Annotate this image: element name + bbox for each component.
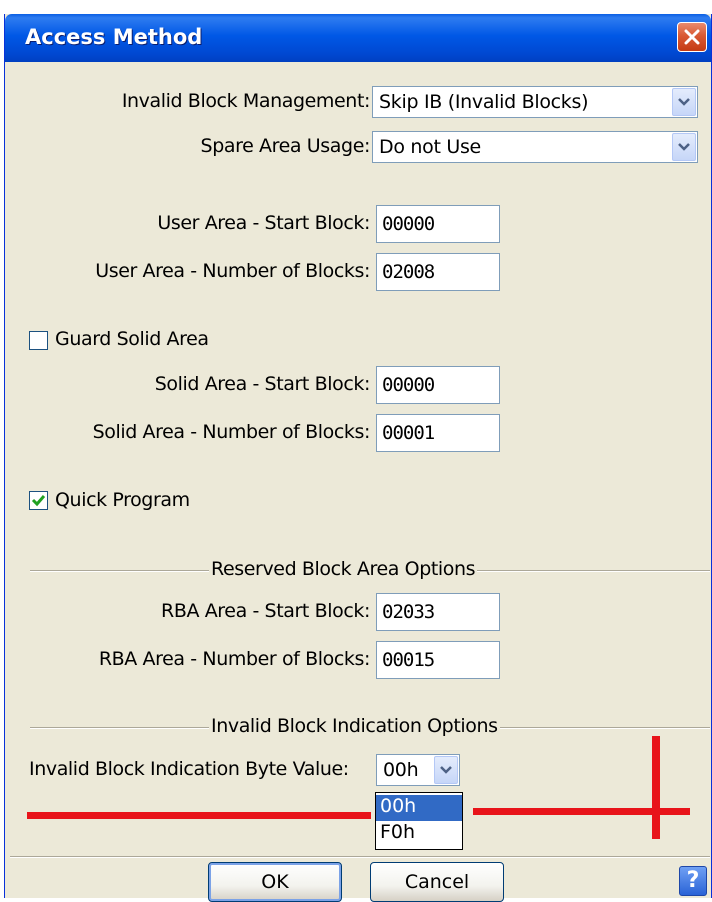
rba-area-start-label: RBA Area - Start Block: — [161, 600, 370, 622]
red-annotation-line-left — [27, 812, 371, 819]
rba-area-count-label: RBA Area - Number of Blocks: — [98, 648, 371, 670]
rba-area-count-value: 00015 — [382, 649, 435, 671]
user-area-start-input[interactable]: 00000 — [376, 205, 500, 243]
rba-area-start-input[interactable]: 02033 — [376, 593, 500, 631]
title-bar[interactable]: Access Method — [5, 14, 711, 62]
invalid-block-byte-value: 00h — [383, 759, 419, 781]
solid-area-start-label: Solid Area - Start Block: — [154, 373, 371, 395]
chevron-down-icon[interactable] — [672, 133, 696, 161]
user-area-start-value: 00000 — [382, 213, 435, 235]
solid-area-start-value: 00000 — [382, 374, 435, 396]
quick-program-label[interactable]: Quick Program — [55, 489, 190, 511]
dropdown-option[interactable]: 00h — [376, 795, 462, 821]
invalid-block-indication-title: Invalid Block Indication Options — [209, 715, 500, 737]
solid-area-start-input[interactable]: 00000 — [376, 366, 500, 404]
checkmark-icon — [31, 495, 46, 507]
byte-value-dropdown-list[interactable]: 00h F0h — [375, 792, 463, 850]
solid-area-count-value: 00001 — [382, 422, 435, 444]
help-icon: ? — [686, 868, 700, 893]
help-button[interactable]: ? — [679, 866, 707, 896]
invalid-block-management-select[interactable]: Skip IB (Invalid Blocks) — [372, 86, 698, 118]
rba-area-start-value: 02033 — [382, 601, 435, 623]
bottom-separator — [10, 856, 710, 858]
red-annotation-vertical — [652, 736, 660, 839]
user-area-count-value: 02008 — [382, 261, 435, 283]
dialog-title: Access Method — [25, 25, 203, 49]
access-method-dialog: Access Method Invalid Block Management: … — [4, 14, 712, 902]
ok-button[interactable]: OK — [208, 862, 342, 902]
cancel-button[interactable]: Cancel — [370, 862, 504, 902]
invalid-block-byte-label: Invalid Block Indication Byte Value: — [29, 758, 349, 780]
guard-solid-area-checkbox[interactable] — [29, 331, 48, 350]
close-icon — [684, 29, 700, 45]
reserved-block-area-title: Reserved Block Area Options — [209, 558, 478, 580]
spare-area-usage-label: Spare Area Usage: — [200, 135, 371, 157]
solid-area-count-input[interactable]: 00001 — [376, 414, 500, 452]
spare-area-usage-select[interactable]: Do not Use — [372, 131, 698, 163]
guard-solid-area-label[interactable]: Guard Solid Area — [55, 328, 209, 350]
quick-program-checkbox[interactable] — [29, 491, 48, 510]
invalid-block-byte-select[interactable]: 00h — [376, 754, 460, 786]
dropdown-option[interactable]: F0h — [376, 821, 462, 847]
chevron-down-icon[interactable] — [672, 88, 696, 116]
solid-area-count-label: Solid Area - Number of Blocks: — [92, 421, 371, 443]
chevron-down-icon[interactable] — [434, 756, 458, 784]
invalid-block-management-label: Invalid Block Management: — [121, 90, 371, 112]
spare-area-usage-value: Do not Use — [379, 136, 481, 158]
user-area-count-input[interactable]: 02008 — [376, 253, 500, 291]
user-area-start-label: User Area - Start Block: — [157, 212, 370, 234]
user-area-count-label: User Area - Number of Blocks: — [95, 260, 370, 282]
close-button[interactable] — [677, 22, 707, 52]
rba-area-count-input[interactable]: 00015 — [376, 641, 500, 679]
invalid-block-management-value: Skip IB (Invalid Blocks) — [379, 91, 589, 113]
